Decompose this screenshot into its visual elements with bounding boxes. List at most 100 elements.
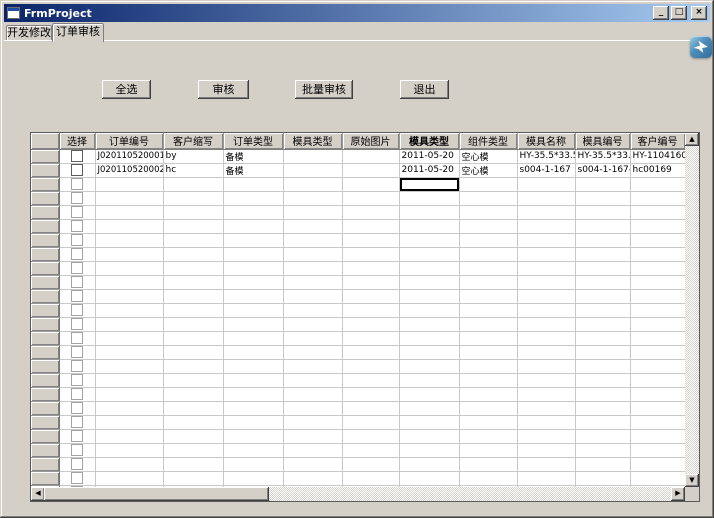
grid-cell[interactable] <box>459 177 517 191</box>
grid-cell[interactable]: J020110520002 <box>95 163 163 177</box>
grid-cell[interactable] <box>342 275 399 289</box>
grid-cell[interactable] <box>342 471 399 485</box>
grid-cell[interactable] <box>399 191 459 205</box>
grid-cell[interactable] <box>223 429 283 443</box>
grid-cell[interactable] <box>163 401 223 415</box>
grid-cell[interactable] <box>630 359 685 373</box>
grid-cell[interactable] <box>630 303 685 317</box>
grid-cell[interactable]: J020110520001 <box>95 149 163 163</box>
select-cell[interactable] <box>59 345 95 359</box>
grid-cell[interactable] <box>575 471 630 485</box>
grid-cell[interactable] <box>163 331 223 345</box>
row-checkbox[interactable] <box>71 346 83 358</box>
grid-cell[interactable] <box>95 205 163 219</box>
grid-cell[interactable] <box>163 317 223 331</box>
grid-cell[interactable]: HY-11041602 <box>630 149 685 163</box>
grid-cell[interactable] <box>630 261 685 275</box>
row-checkbox[interactable] <box>71 388 83 400</box>
grid-cell[interactable] <box>459 247 517 261</box>
select-cell[interactable] <box>59 303 95 317</box>
grid-cell[interactable] <box>517 443 575 457</box>
row-header[interactable] <box>31 177 59 191</box>
grid-cell[interactable] <box>630 177 685 191</box>
row-checkbox[interactable] <box>71 192 83 204</box>
grid-cell[interactable] <box>283 345 342 359</box>
grid-cell[interactable] <box>95 401 163 415</box>
grid-cell[interactable] <box>223 401 283 415</box>
grid-cell[interactable] <box>517 233 575 247</box>
grid-cell[interactable] <box>630 219 685 233</box>
grid-cell[interactable] <box>399 429 459 443</box>
row-header[interactable] <box>31 345 59 359</box>
grid-cell[interactable] <box>575 261 630 275</box>
grid-cell[interactable] <box>283 163 342 177</box>
grid-cell[interactable] <box>575 233 630 247</box>
grid-cell[interactable] <box>163 191 223 205</box>
select-cell[interactable] <box>59 415 95 429</box>
row-header[interactable] <box>31 415 59 429</box>
row-header[interactable] <box>31 191 59 205</box>
grid-cell[interactable] <box>575 317 630 331</box>
vertical-scroll-track[interactable] <box>685 146 699 474</box>
grid-cell[interactable] <box>459 359 517 373</box>
grid-cell[interactable] <box>399 261 459 275</box>
grid-cell[interactable] <box>342 191 399 205</box>
grid-cell[interactable] <box>399 275 459 289</box>
column-header[interactable]: 选择 <box>59 133 95 149</box>
grid-cell[interactable] <box>459 443 517 457</box>
grid-cell[interactable] <box>223 415 283 429</box>
grid-cell[interactable] <box>630 429 685 443</box>
grid-cell[interactable] <box>95 317 163 331</box>
column-header[interactable]: 模具类型 <box>399 133 459 149</box>
grid-cell[interactable] <box>163 205 223 219</box>
grid-cell[interactable] <box>95 191 163 205</box>
grid-cell[interactable] <box>95 443 163 457</box>
row-header[interactable] <box>31 429 59 443</box>
grid-cell[interactable] <box>342 289 399 303</box>
select-cell[interactable] <box>59 247 95 261</box>
grid-cell[interactable]: 备模 <box>223 163 283 177</box>
select-cell[interactable] <box>59 205 95 219</box>
grid-cell[interactable] <box>575 443 630 457</box>
select-cell[interactable] <box>59 317 95 331</box>
grid-cell[interactable] <box>342 429 399 443</box>
grid-cell[interactable] <box>223 303 283 317</box>
grid-cell[interactable] <box>517 191 575 205</box>
grid-cell[interactable] <box>459 205 517 219</box>
grid-cell[interactable] <box>459 303 517 317</box>
grid-cell[interactable] <box>342 415 399 429</box>
grid-cell[interactable] <box>95 471 163 485</box>
grid-cell[interactable] <box>95 233 163 247</box>
grid-cell[interactable] <box>283 219 342 233</box>
grid-cell[interactable] <box>459 331 517 345</box>
grid-cell[interactable] <box>95 345 163 359</box>
grid-cell[interactable] <box>163 429 223 443</box>
grid-cell[interactable] <box>399 303 459 317</box>
grid-cell[interactable] <box>575 303 630 317</box>
grid-cell[interactable] <box>283 149 342 163</box>
grid-cell[interactable] <box>223 233 283 247</box>
grid-cell[interactable] <box>575 289 630 303</box>
grid-cell[interactable] <box>517 373 575 387</box>
grid-cell[interactable] <box>399 401 459 415</box>
grid-cell[interactable] <box>575 219 630 233</box>
exit-button[interactable]: 退出 <box>400 80 449 99</box>
grid-cell[interactable] <box>630 191 685 205</box>
grid-cell[interactable] <box>517 303 575 317</box>
row-header[interactable] <box>31 275 59 289</box>
grid-cell[interactable] <box>283 275 342 289</box>
grid-cell[interactable] <box>223 331 283 345</box>
grid-cell[interactable] <box>95 177 163 191</box>
grid-cell[interactable] <box>575 331 630 345</box>
grid-cell[interactable] <box>342 345 399 359</box>
column-header[interactable]: 模具名称 <box>517 133 575 149</box>
grid-cell[interactable] <box>342 373 399 387</box>
grid-cell[interactable] <box>163 261 223 275</box>
grid-cell[interactable] <box>283 177 342 191</box>
grid-cell[interactable] <box>575 191 630 205</box>
select-cell[interactable] <box>59 373 95 387</box>
scroll-up-icon[interactable]: ▲ <box>685 133 699 146</box>
grid-cell[interactable] <box>342 401 399 415</box>
grid-cell[interactable] <box>517 331 575 345</box>
grid-cell[interactable] <box>283 331 342 345</box>
